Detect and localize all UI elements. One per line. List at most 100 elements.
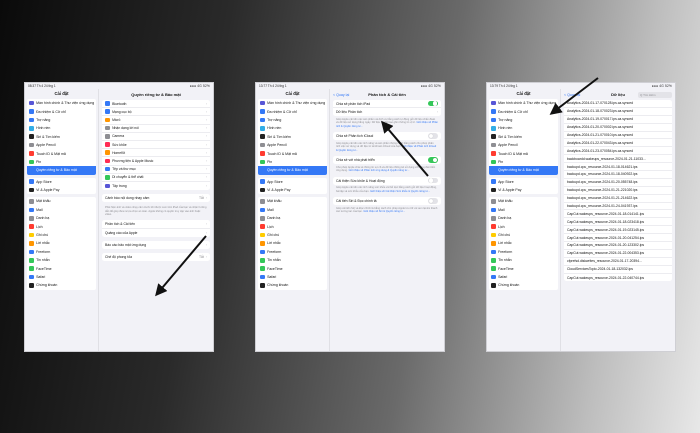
toggle-switch[interactable] [428,100,438,107]
log-file-row[interactable]: Analytics-2024-01-21-070010.ips.ca.synce… [564,132,672,140]
sidebar-item[interactable]: Touch ID & Mật mã [489,149,558,157]
log-file-row[interactable]: backboardd.wakeups_resource-2024-01-21-1… [564,155,672,164]
sidebar-item[interactable]: Mail [258,206,327,214]
sidebar-item[interactable]: Safari [27,273,96,281]
sidebar-item[interactable]: Chứng khoán [27,281,96,289]
log-file-row[interactable]: Analytics-2024-01-18-070023.ips.ca.synce… [564,108,672,116]
sidebar-item[interactable]: Apple Pencil [489,141,558,149]
sidebar-item[interactable]: Hình nền [489,124,558,132]
settings-row[interactable]: Di chuyển & thể chất › [102,174,210,182]
sidebar-item[interactable]: Pin [489,158,558,166]
sidebar-item[interactable]: Mật khẩu [27,197,96,205]
sidebar-item[interactable]: Mail [489,206,558,214]
settings-row[interactable]: Báo cáo bảo mật ứng dụng › [102,241,210,249]
log-file-row[interactable]: CapCut.wakeups_resource-2024-01-18-02341… [564,218,672,227]
sidebar-item[interactable]: App Store [489,178,558,186]
sidebar-item[interactable]: Hình nền [27,124,96,132]
sidebar-item[interactable]: Màn hình chính & Thư viện ứng dụng [489,99,558,107]
settings-row[interactable]: Chia sẻ phân tích iPad [333,100,441,109]
settings-row[interactable]: Chia sẻ Phân tích iCloud [333,132,441,140]
toggle-switch[interactable] [428,157,438,163]
sidebar-item[interactable]: Freeform [258,248,327,256]
sidebar-item[interactable]: Touch ID & Mật mã [258,149,327,157]
settings-row[interactable]: Chia sẻ với nhà phát triển [333,156,441,164]
sidebar-item[interactable]: Ví & Apple Pay [27,186,96,194]
sidebar-item[interactable]: Quyền riêng tư & Bảo mật [27,166,96,175]
sidebar-item[interactable]: Tin nhắn [27,256,96,264]
log-file-row[interactable]: Analytics-2024-01-17-070128.ips.ca.synce… [564,100,672,108]
sidebar-item[interactable]: Freeform [489,248,558,256]
footnote-link[interactable]: Giới thiệu về Siri & Quyền riêng tư... [363,210,405,213]
sidebar-item[interactable]: Safari [258,273,327,281]
sidebar-item[interactable]: FaceTime [489,264,558,272]
sidebar-item[interactable]: Lịch [258,222,327,230]
sidebar-item[interactable]: Danh bạ [27,214,96,222]
sidebar-item[interactable]: FaceTime [27,264,96,272]
settings-row[interactable]: Chế độ phong tỏa Tắt › [102,253,210,261]
log-file-row[interactable]: CapCut.wakeups_resource-2024-01-22-00435… [564,250,672,258]
sidebar-item[interactable]: Đa nhiệm & Cử chỉ [27,107,96,115]
sidebar-item[interactable]: Đa nhiệm & Cử chỉ [258,107,327,115]
sidebar-item[interactable]: Ghi chú [258,231,327,239]
sidebar-item[interactable]: Chứng khoán [489,281,558,289]
sidebar-item[interactable]: Màn hình chính & Thư viện ứng dụng [258,99,327,107]
log-file-row[interactable]: backupd.cpu_resource-2024-01-20-055748.i… [564,179,672,187]
settings-row[interactable]: Mạng cục bộ › [102,108,210,117]
toggle-switch[interactable] [428,177,438,184]
settings-row[interactable]: Tệp và thư mục › [102,166,210,174]
log-file-row[interactable]: cfprefsd.diskwrites_resource-2024-01-17-… [564,258,672,266]
sidebar-item[interactable]: Lời nhắc [27,239,96,247]
sidebar-item[interactable]: Mật khẩu [258,197,327,205]
sidebar-item[interactable]: Siri & Tìm kiếm [27,133,96,141]
sidebar-item[interactable]: Pin [258,158,327,166]
sidebar-item[interactable]: App Store [258,178,327,186]
sidebar-item[interactable]: Pin [27,158,96,166]
sidebar-item[interactable]: Quyền riêng tư & Bảo mật [489,166,558,175]
sidebar-item[interactable]: FaceTime [258,264,327,272]
settings-row[interactable]: Cải tiến Siri & Đọc chính tả [333,197,441,205]
back-button[interactable]: < Quay lại [333,93,349,97]
log-file-row[interactable]: Analytics-2024-01-23-070054.ips.ca.synce… [564,147,672,156]
log-file-row[interactable]: CloudServicesTopic-2024-01-18-132032.ips [564,266,672,274]
sidebar-item[interactable]: Ví & Apple Pay [489,186,558,194]
sidebar-item[interactable]: Trợ năng [258,116,327,124]
settings-row[interactable]: Dữ liệu Phân tích › [333,108,441,116]
sidebar-item[interactable]: Hình nền [258,124,327,132]
sidebar-item[interactable]: Trợ năng [489,116,558,124]
sidebar-item[interactable]: Safari [489,273,558,281]
log-file-row[interactable]: CapCut.wakeups_resource-2024-01-22-04074… [564,274,672,282]
sidebar-item[interactable]: Tin nhắn [258,256,327,264]
search-input[interactable]: Q Tìm kiếm [638,91,672,98]
sidebar-item[interactable]: App Store [27,178,96,186]
settings-row[interactable]: Quảng cáo của Apple › [102,229,210,237]
toggle-switch[interactable] [428,198,438,204]
sidebar-item[interactable]: Apple Pencil [258,141,327,149]
settings-row[interactable]: HomeKit › [102,149,210,158]
sidebar-item[interactable]: Mật khẩu [489,197,558,205]
log-file-row[interactable]: backupd.cpu_resource-2024-01-21-221020.i… [564,187,672,195]
settings-row[interactable]: Phương tiện & Apple Music › [102,157,210,166]
sidebar-item[interactable]: Ghi chú [27,231,96,239]
log-file-row[interactable]: Analytics-2024-01-20-070002.ips.ca.synce… [564,124,672,132]
log-file-row[interactable]: Analytics-2024-01-19-070017.ips.ca.synce… [564,116,672,124]
sidebar-item[interactable]: Lịch [27,222,96,230]
settings-row[interactable]: Cải thiện Sức khỏe & Hoạt động [333,177,441,185]
footnote-link[interactable]: Giới thiệu về Cải thiện Sức khỏe & Quyền… [370,190,430,193]
log-file-row[interactable]: Analytics-2024-01-22-070043.ips.ca.synce… [564,139,672,148]
sidebar-item[interactable]: Touch ID & Mật mã [27,149,96,157]
sidebar-item[interactable]: Tin nhắn [489,256,558,264]
settings-row[interactable]: Phân tích & Cải tiến › [102,220,210,229]
log-file-row[interactable]: backupd.cpu_resource-2024-01-18-014621.i… [564,163,672,172]
log-file-row[interactable]: CapCut.wakeups_resource-2024-01-19-02314… [564,226,672,235]
log-file-row[interactable]: backupd.cpu_resource-2024-01-24-041937.i… [564,203,672,211]
sidebar-item[interactable]: Danh bạ [258,214,327,222]
sidebar-item[interactable]: Siri & Tìm kiếm [258,133,327,141]
sidebar-item[interactable]: Apple Pencil [27,141,96,149]
settings-row[interactable]: Nhận dạng lời nói › [102,125,210,133]
sidebar-item[interactable]: Lịch [489,222,558,230]
toggle-switch[interactable] [428,133,438,139]
settings-row[interactable]: Camera › [102,133,210,141]
sidebar-item[interactable]: Ghi chú [489,231,558,239]
sidebar-item[interactable]: Màn hình chính & Thư viện ứng dụng [27,99,96,107]
settings-row[interactable]: Tập trung › [102,182,210,190]
